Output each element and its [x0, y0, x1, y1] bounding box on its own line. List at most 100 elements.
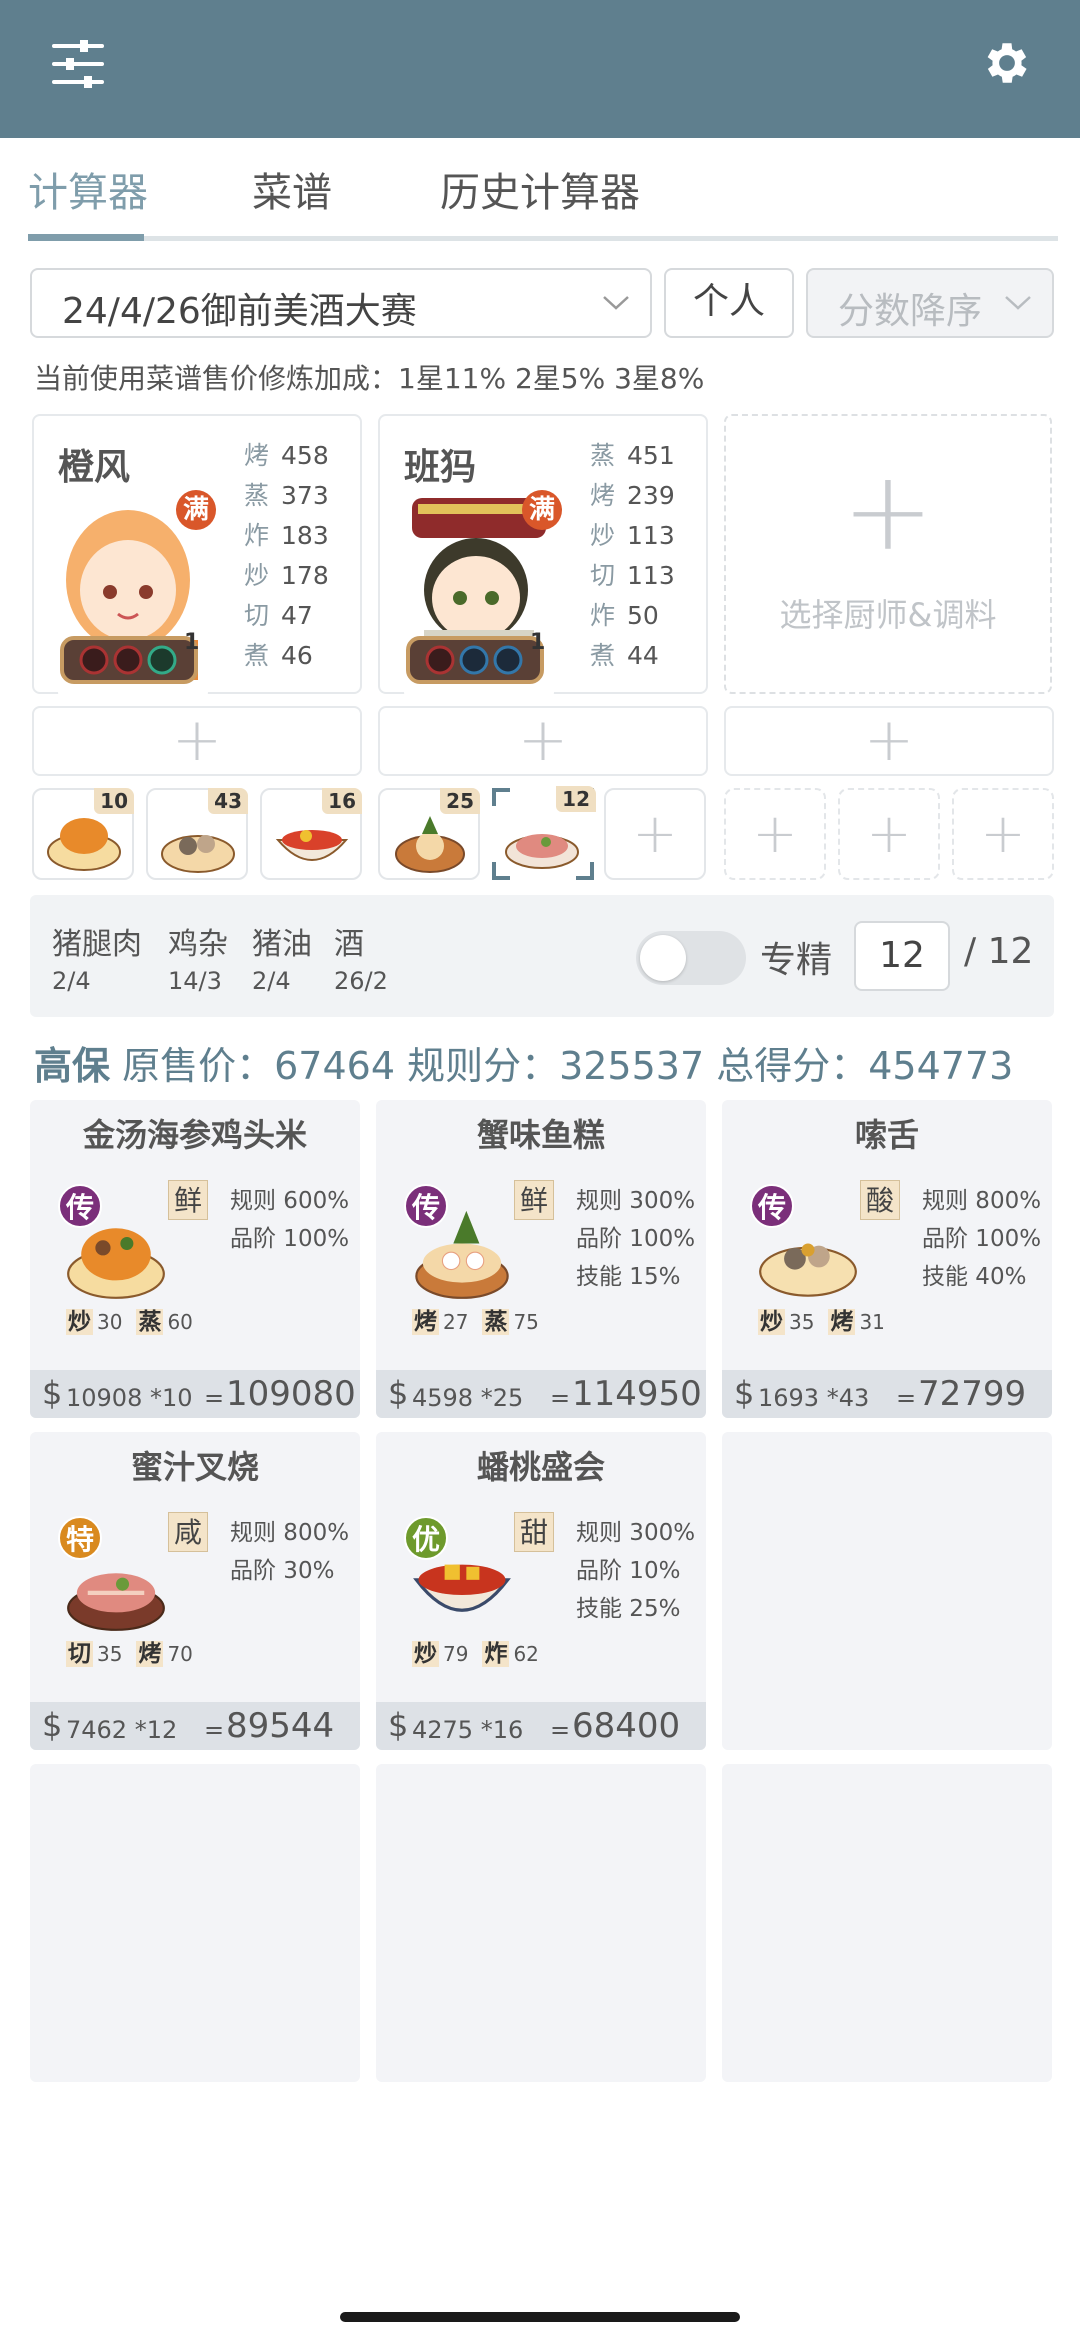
recipe-card[interactable]: 嗦舌 传 酸 规则 800% 品阶 100% 技能 40% 炒 35 烤 31 $ 169… [722, 1100, 1052, 1418]
recipe-stat: 规则 800% [230, 1520, 350, 1546]
specialty-input[interactable]: 12 [854, 921, 950, 991]
recipe-slot[interactable]: 25 [378, 788, 480, 880]
price-bar: $ 4598 *25 = 114950 [376, 1370, 706, 1418]
recipe-slot[interactable]: 43 [146, 788, 248, 880]
chef-card-1[interactable]: 橙风 满 1 烤 458 蒸 373 炸 183 炒 178 切 47 煮 46 [32, 414, 362, 700]
chef-stat: 蒸 451 [590, 441, 675, 470]
recipe-stat: 品阶 100% [922, 1226, 1042, 1252]
recipe-slot[interactable]: 16 [260, 788, 362, 880]
event-select[interactable]: 24/4/26御前美酒大赛 [30, 268, 652, 338]
equals-sign: = [204, 1716, 225, 1744]
empty-recipe-card [722, 1432, 1052, 1750]
rank-badge: 传 [58, 1184, 102, 1228]
recipe-stats: 规则 800% 品阶 30% [230, 1514, 349, 1590]
add-equip-slot-2[interactable]: + [378, 706, 708, 776]
empty-recipe-slot[interactable]: + [952, 788, 1054, 880]
recipe-skills: 炒 30 蒸 60 [66, 1302, 207, 1336]
recipe-total: 114950 [572, 1374, 702, 1414]
chef-stat: 炸 183 [244, 521, 329, 550]
sort-select-value: 分数降序 [838, 291, 983, 332]
chef-card-2[interactable]: 班犸 满 1 蒸 451 烤 239 炒 113 切 113 炸 50 煮 44 [378, 414, 708, 700]
recipe-skills: 烤 27 蒸 75 [412, 1302, 553, 1336]
ingredient-name: 猪油 [252, 927, 312, 962]
slot-count: 16 [322, 788, 362, 814]
tab-calculator[interactable]: 计算器 [28, 160, 148, 218]
recipe-name: 蜜汁叉烧 [130, 1448, 259, 1486]
recipe-slot-selected[interactable]: 12 [492, 786, 596, 880]
chevron-down-icon [603, 296, 629, 310]
recipe-skills: 切 35 烤 70 [66, 1634, 207, 1668]
recipe-stats: 规则 800% 品阶 100% 技能 40% [922, 1182, 1041, 1296]
empty-recipe-slot[interactable]: + [724, 788, 826, 880]
slot-count: 25 [440, 788, 480, 814]
sort-select[interactable]: 分数降序 [806, 268, 1054, 338]
price-bar: $ 1693 *43 = 72799 [722, 1370, 1052, 1418]
chef-stat: 煮 46 [244, 641, 313, 670]
active-tab-indicator [28, 234, 144, 241]
recipe-card[interactable]: 蜜汁叉烧 特 咸 规则 800% 品阶 30% 切 35 烤 70 $ 7462 *12… [30, 1432, 360, 1750]
empty-recipe-card [376, 1764, 706, 2082]
recipe-slot[interactable]: 10 [32, 788, 134, 880]
empty-recipe-slot[interactable]: + [604, 788, 706, 880]
recipe-skill: 烤 27 [412, 1309, 469, 1335]
sliders-icon[interactable] [50, 38, 106, 90]
chef-level: 1 [184, 630, 200, 655]
bonus-text: 当前使用菜谱售价修炼加成：1星11% 2星5% 3星8% [34, 362, 705, 395]
rank-badge: 优 [404, 1516, 448, 1560]
ingredient-qty: 14/3 [168, 967, 222, 995]
specialty-total: / 12 [964, 931, 1034, 972]
add-equip-slot-3[interactable]: + [724, 706, 1054, 776]
recipe-skill: 蒸 75 [482, 1309, 539, 1335]
recipe-stat: 品阶 30% [230, 1558, 335, 1584]
max-badge: 满 [522, 490, 562, 530]
empty-recipe-slot[interactable]: + [838, 788, 940, 880]
dollar-icon: $ [388, 1706, 409, 1744]
chef-stat: 蒸 373 [244, 481, 329, 510]
tab-history-calculator[interactable]: 历史计算器 [440, 160, 640, 218]
recipe-skills: 炒 79 炸 62 [412, 1634, 553, 1668]
event-select-value: 24/4/26御前美酒大赛 [62, 291, 417, 332]
recipe-total: 68400 [572, 1706, 681, 1746]
add-chef-slot[interactable]: + 选择厨师&调料 [724, 414, 1052, 694]
gear-icon[interactable] [980, 36, 1034, 90]
recipe-card[interactable]: 金汤海参鸡头米 传 鲜 规则 600% 品阶 100% 炒 30 蒸 60 $ 1090… [30, 1100, 360, 1418]
dollar-icon: $ [734, 1374, 755, 1412]
slot-count: 12 [556, 786, 596, 812]
chef-stat: 炒 178 [244, 561, 329, 590]
guarantee-level: 高保 [34, 1044, 111, 1088]
price-multiplier: 4275 *16 [412, 1716, 524, 1744]
recipe-total: 109080 [226, 1374, 356, 1414]
equals-sign: = [550, 1384, 571, 1412]
recipe-skill: 炒 79 [412, 1641, 469, 1667]
recipe-card[interactable]: 蟹味鱼糕 传 鲜 规则 300% 品阶 100% 技能 15% 烤 27 蒸 75 $ 4… [376, 1100, 706, 1418]
recipe-card[interactable]: 蟠桃盛会 优 甜 规则 300% 品阶 10% 技能 25% 炒 79 炸 62 $ 42… [376, 1432, 706, 1750]
plus-icon: + [632, 802, 678, 865]
dollar-icon: $ [42, 1374, 63, 1412]
empty-recipe-card [722, 1764, 1052, 2082]
mode-button[interactable]: 个人 [664, 268, 794, 338]
flavor-tag: 鲜 [168, 1180, 208, 1220]
recipe-name: 蟠桃盛会 [476, 1448, 605, 1486]
ingredient-name: 酒 [334, 927, 364, 962]
recipe-stat: 技能 25% [576, 1596, 681, 1622]
chevron-down-icon [1005, 296, 1031, 310]
max-badge: 满 [176, 490, 216, 530]
dish-icon [47, 818, 121, 871]
flavor-tag: 甜 [514, 1512, 554, 1552]
add-equip-slot-1[interactable]: + [32, 706, 362, 776]
plus-icon: + [866, 802, 912, 865]
recipe-stat: 规则 300% [576, 1520, 696, 1546]
price-multiplier: 7462 *12 [66, 1716, 178, 1744]
recipe-name: 嗦舌 [854, 1116, 919, 1154]
ingredient-name: 鸡杂 [168, 927, 228, 962]
dish-icon [395, 816, 465, 873]
recipe-stat: 技能 15% [576, 1264, 681, 1290]
slot-count: 43 [208, 788, 248, 814]
ingredient-qty: 26/2 [334, 967, 388, 995]
tab-recipes[interactable]: 菜谱 [252, 160, 332, 218]
flavor-tag: 咸 [168, 1512, 208, 1552]
dollar-icon: $ [388, 1374, 409, 1412]
specialty-toggle[interactable] [636, 931, 746, 985]
recipe-skill: 蒸 60 [136, 1309, 193, 1335]
plus-icon: + [980, 802, 1026, 865]
